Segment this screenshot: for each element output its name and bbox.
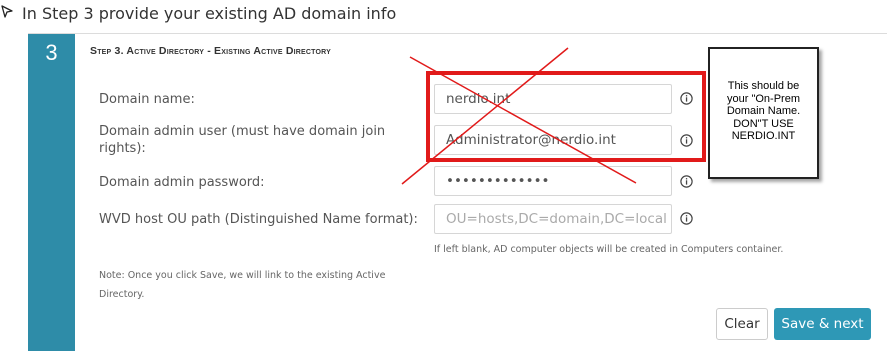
callout-line: This should be	[727, 80, 800, 92]
callout-line: NERDIO.INT	[731, 130, 796, 142]
callout-line: Domain Name.	[726, 105, 801, 117]
callout-note: This should be your "On-Prem Domain Name…	[708, 47, 819, 179]
callout-line: your "On-Prem	[727, 92, 800, 105]
red-highlight-box	[426, 71, 706, 162]
callout-line: DON"T USE	[733, 117, 794, 130]
